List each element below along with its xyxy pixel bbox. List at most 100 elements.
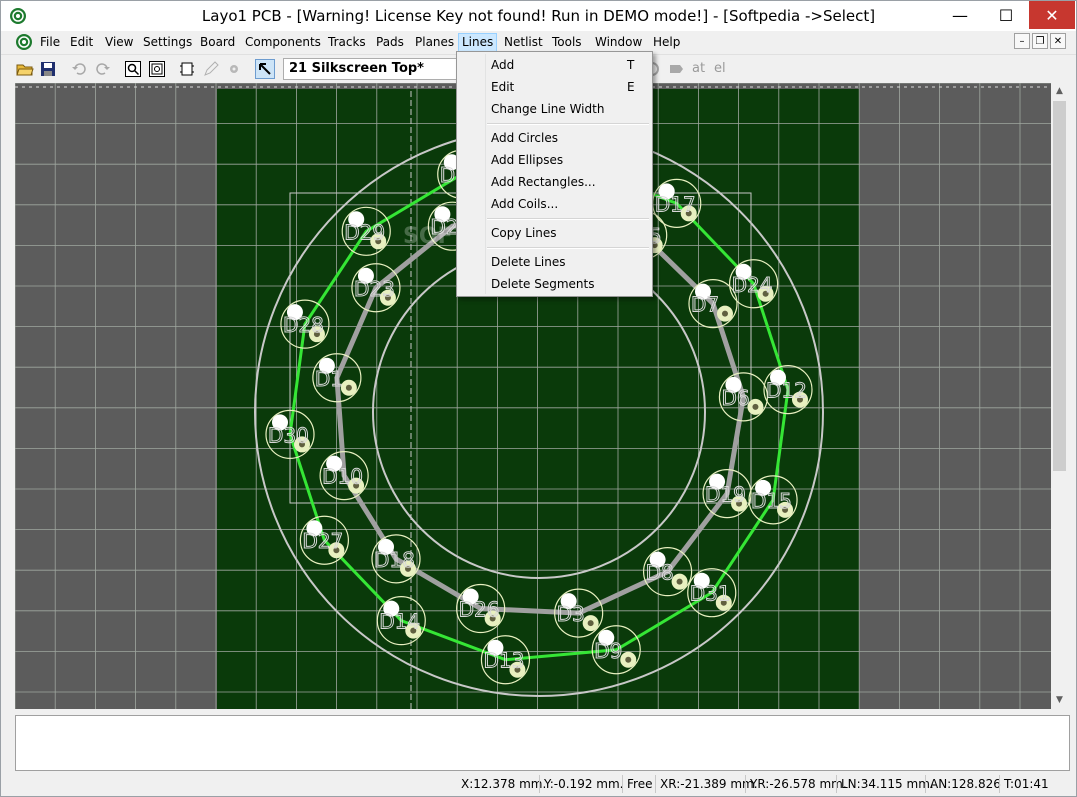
status-x: X:12.378 mm. [461, 777, 547, 791]
menu-item-edit-line[interactable]: Edit E [458, 76, 651, 98]
status-bar: X:12.378 mm. Y:-0.192 mm. Free XR:-21.38… [1, 772, 1076, 796]
component-label: D29 [344, 220, 385, 244]
menu-item-label: Add Circles [491, 131, 558, 145]
status-y: Y:-0.192 mm. [539, 775, 627, 793]
led-pad-hole [345, 384, 352, 391]
menu-separator [487, 247, 649, 249]
menu-item-change-line-width[interactable]: Change Line Width [458, 98, 651, 120]
led-pad-hole [587, 620, 594, 627]
menu-item-label: Delete Lines [491, 255, 566, 269]
layer-select[interactable]: 21 Silkscreen Top* [283, 58, 459, 80]
menu-item-delete-lines[interactable]: Delete Lines [458, 251, 651, 273]
window-title: Layo1 PCB - [Warning! License Key not fo… [201, 7, 876, 25]
open-folder-icon[interactable] [15, 59, 35, 79]
menu-view[interactable]: View [102, 34, 136, 51]
menu-edit[interactable]: Edit [67, 34, 96, 51]
menu-file[interactable]: File [37, 34, 63, 51]
label-icon[interactable] [666, 59, 686, 79]
menu-item-label: Add [491, 58, 515, 72]
menu-planes[interactable]: Planes [412, 34, 457, 51]
menu-tools[interactable]: Tools [549, 34, 585, 51]
component-label: D1 [315, 367, 343, 391]
component-label: D27 [302, 529, 343, 553]
undo-icon[interactable] [69, 59, 89, 79]
scroll-thumb[interactable] [1053, 101, 1066, 471]
status-ln: LN:34.115 mm. [836, 775, 938, 793]
menu-item-delete-segments[interactable]: Delete Segments [458, 273, 651, 295]
menu-item-add-coils[interactable]: Add Coils... [458, 193, 651, 215]
menu-item-add-rectangles[interactable]: Add Rectangles... [458, 171, 651, 193]
vertical-scrollbar[interactable]: ▲ ▼ [1051, 83, 1068, 709]
component-label: D8 [646, 561, 674, 585]
message-panel [15, 715, 1070, 771]
menu-bar: File Edit View Settings Board Components… [1, 31, 1076, 53]
select-arrow-icon[interactable] [255, 59, 275, 79]
zoom-fit-icon[interactable] [147, 59, 167, 79]
component-label: D18 [374, 548, 415, 572]
menu-lines[interactable]: Lines [458, 33, 498, 52]
component-label: D7 [691, 293, 719, 317]
mdi-minimize-button[interactable]: – [1014, 33, 1030, 49]
document-icon [16, 34, 32, 50]
text-at-tool[interactable]: at [692, 61, 705, 76]
menu-pads[interactable]: Pads [373, 34, 407, 51]
zoom-icon[interactable] [123, 59, 143, 79]
maximize-button[interactable]: ☐ [983, 1, 1029, 29]
menu-tracks[interactable]: Tracks [325, 34, 369, 51]
status-yr: YR:-26.578 mm. [745, 775, 851, 793]
close-button[interactable]: ✕ [1029, 1, 1075, 29]
menu-separator [487, 123, 649, 125]
component-label: D3 [557, 602, 585, 626]
component-label: D24 [732, 273, 773, 297]
menu-item-label: Copy Lines [491, 226, 557, 240]
component-label: D28 [283, 313, 324, 337]
led-pad-hole [752, 403, 759, 410]
menu-item-label: Delete Segments [491, 277, 595, 291]
scroll-up-icon[interactable]: ▲ [1051, 83, 1068, 100]
status-time: T:01:41 [999, 775, 1053, 793]
component-label: D26 [459, 598, 500, 622]
status-mode: Free [622, 775, 656, 793]
led-pad-hole [625, 656, 632, 663]
component-label: D13 [483, 649, 524, 673]
save-icon[interactable] [38, 59, 58, 79]
menu-item-shortcut: T [627, 58, 635, 72]
scroll-down-icon[interactable]: ▼ [1051, 692, 1068, 709]
pencil-icon[interactable] [201, 59, 221, 79]
menu-window[interactable]: Window [592, 34, 645, 51]
app-window: Layo1 PCB - [Warning! License Key not fo… [0, 0, 1077, 797]
component-label: D9 [594, 639, 622, 663]
component-icon[interactable] [177, 59, 197, 79]
led-pad-hole [721, 310, 728, 317]
minimize-button[interactable]: — [937, 1, 983, 29]
mdi-restore-button[interactable]: ❐ [1032, 33, 1048, 49]
redo-icon[interactable] [93, 59, 113, 79]
component-label: D17 [655, 192, 696, 216]
status-an: AN:128.826 [925, 775, 1005, 793]
menu-item-add-ellipses[interactable]: Add Ellipses [458, 149, 651, 171]
lines-menu-dropdown: Add T Edit E Change Line Width Add Circl… [456, 51, 653, 297]
menu-item-copy-lines[interactable]: Copy Lines [458, 222, 651, 244]
component-label: D23 [354, 277, 395, 301]
text-el-tool[interactable]: el [714, 61, 726, 76]
component-label: D30 [268, 423, 309, 447]
component-label: D12 [766, 379, 807, 403]
mdi-close-button[interactable]: ✕ [1050, 33, 1066, 49]
menu-item-label: Add Ellipses [491, 153, 564, 167]
menu-item-label: Change Line Width [491, 102, 605, 116]
via-icon[interactable] [224, 59, 244, 79]
menu-settings[interactable]: Settings [140, 34, 195, 51]
menu-item-add-line[interactable]: Add T [458, 54, 651, 76]
menu-help[interactable]: Help [650, 34, 683, 51]
menu-item-shortcut: E [627, 80, 635, 94]
menu-netlist[interactable]: Netlist [501, 34, 546, 51]
component-label: D10 [322, 465, 363, 489]
menu-item-label: Add Coils... [491, 197, 559, 211]
menu-item-add-circles[interactable]: Add Circles [458, 127, 651, 149]
menu-item-label: Add Rectangles... [491, 175, 596, 189]
menu-board[interactable]: Board [197, 34, 238, 51]
menu-item-label: Edit [491, 80, 515, 94]
menu-components[interactable]: Components [242, 34, 324, 51]
led-pad-hole [676, 578, 683, 585]
component-label: D31 [690, 582, 731, 606]
